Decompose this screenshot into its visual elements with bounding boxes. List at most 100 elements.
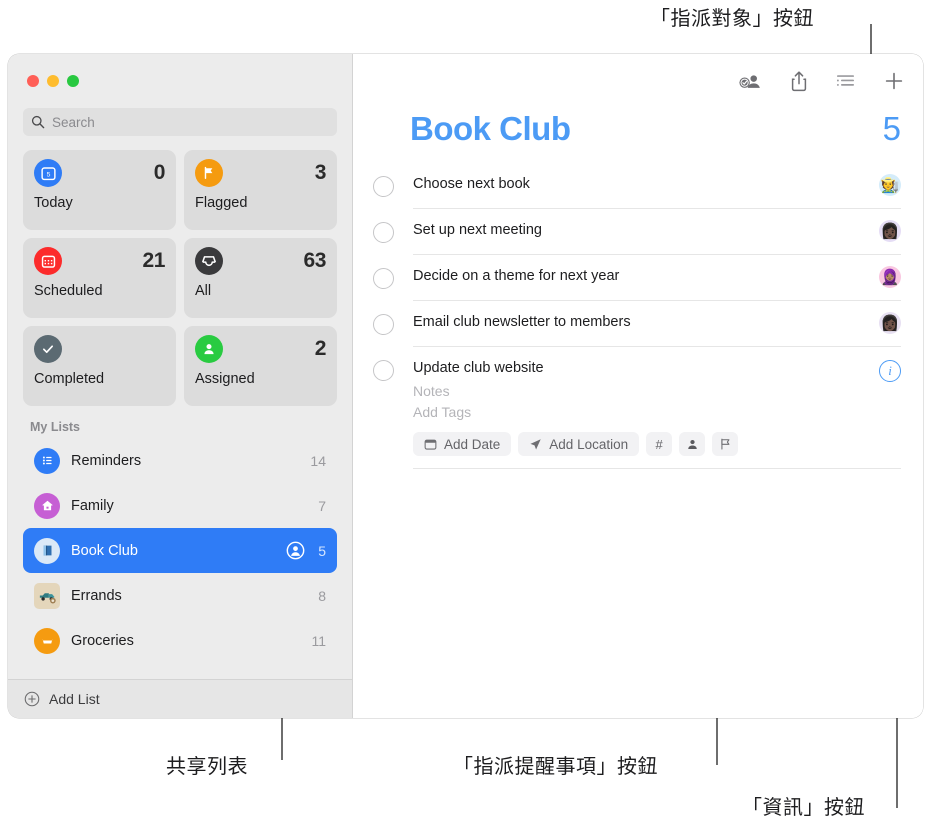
task-list: Choose next book 🧑‍🌾 Set up next meeting… [353,163,923,470]
avatar[interactable]: 👩🏿 [879,312,901,334]
smart-list-assigned-label: Assigned [195,371,255,387]
task-row[interactable]: Email club newsletter to members 👩🏿 [373,301,923,347]
callout-shared-list-label: 共享列表 [166,754,248,778]
task-complete-toggle[interactable] [373,360,394,381]
avatar-memoji: 👩🏿 [880,222,900,240]
list-total-count: 5 [882,110,901,147]
task-title: Update club website [413,360,544,376]
scheduled-calendar-icon [34,247,62,275]
sidebar-item-errands-label: Errands [71,587,122,604]
task-title: Choose next book [413,176,530,192]
task-complete-toggle[interactable] [373,314,394,335]
smart-list-flagged-label: Flagged [195,195,248,211]
info-button-label: i [888,363,892,378]
smart-lists-grid: 5 0 Today 3 Flagged 21 Scheduled 63 All … [8,150,352,406]
my-lists: Reminders 14 Family 7 Book Club 5 Errand… [8,438,352,679]
flag-icon [195,159,223,187]
sidebar-item-family[interactable]: Family 7 [23,483,337,528]
today-calendar-icon: 5 [34,159,62,187]
sidebar: Search 5 0 Today 3 Flagged 21 Scheduled … [8,54,353,718]
task-row[interactable]: Decide on a theme for next year 🧕🏽 [373,255,923,301]
main-pane: Book Club 5 Choose next book 🧑‍🌾 Set up … [353,54,923,718]
smart-list-scheduled-count: 21 [142,249,165,272]
detail-chip-row: Add Date Add Location # [413,432,879,457]
person-icon [686,438,699,451]
smart-list-today-label: Today [34,195,73,211]
smart-list-today-count: 0 [153,161,166,184]
smart-list-all[interactable]: 63 All [184,238,337,318]
inbox-tray-icon [195,247,223,275]
assign-person-button[interactable] [679,432,706,457]
smart-list-scheduled-label: Scheduled [34,283,103,299]
task-complete-toggle[interactable] [373,268,394,289]
info-button[interactable]: i [879,360,901,382]
share-button[interactable] [789,70,809,92]
add-date-button[interactable]: Add Date [413,432,512,457]
close-button[interactable] [27,75,39,87]
minimize-button[interactable] [47,75,59,87]
avatar[interactable]: 🧑‍🌾 [879,174,901,196]
sidebar-item-family-count: 7 [318,497,326,514]
sidebar-item-groceries[interactable]: Groceries 11 [23,618,337,663]
callout-assign-reminder-label: 「指派提醒事項」按鈕 [453,754,658,778]
search-icon [31,115,45,129]
avatar[interactable]: 🧕🏽 [879,266,901,288]
callout-assignee-label: 「指派對象」按鈕 [650,6,814,30]
sidebar-item-reminders-label: Reminders [71,452,142,469]
sidebar-item-reminders[interactable]: Reminders 14 [23,438,337,483]
task-title: Email club newsletter to members [413,314,631,330]
sidebar-item-reminders-count: 14 [310,452,326,469]
task-row[interactable]: Choose next book 🧑‍🌾 [373,163,923,209]
smart-list-flagged-count: 3 [314,161,327,184]
add-tags-field[interactable]: Add Tags [413,402,879,423]
task-complete-toggle[interactable] [373,222,394,243]
sidebar-item-book-club-count: 5 [318,542,326,559]
add-list-label: Add List [49,691,100,707]
add-tag-button[interactable]: # [646,432,673,457]
smart-list-today[interactable]: 5 0 Today [23,150,176,230]
add-date-label: Add Date [444,436,501,452]
smart-list-assigned[interactable]: 2 Assigned [184,326,337,406]
page-title: Book Club [410,110,571,147]
task-row-expanded[interactable]: Update club website Notes Add Tags Add D… [373,347,923,470]
sidebar-item-errands[interactable]: Errands 8 [23,573,337,618]
flag-button[interactable] [712,432,739,457]
add-reminder-button[interactable] [883,70,905,92]
book-icon [34,537,60,564]
smart-list-all-label: All [195,283,212,299]
cart-icon [34,627,60,654]
list-header: Book Club 5 [353,108,923,145]
sidebar-item-groceries-label: Groceries [71,632,134,649]
location-arrow-icon [529,438,542,451]
avatar-memoji: 🧑‍🌾 [880,176,900,194]
smart-list-completed[interactable]: Completed [23,326,176,406]
add-location-button[interactable]: Add Location [518,432,640,457]
house-icon [34,492,60,519]
smart-list-flagged[interactable]: 3 Flagged [184,150,337,230]
checkmark-icon [34,335,62,363]
plus-circle-icon [24,691,40,707]
smart-list-scheduled[interactable]: 21 Scheduled [23,238,176,318]
avatar-memoji: 👩🏿 [880,314,900,332]
list-bullet-icon [34,447,60,474]
avatar-memoji: 🧕🏽 [880,268,900,286]
shared-list-badge-icon[interactable] [286,541,305,560]
sidebar-item-errands-count: 8 [318,587,326,604]
calendar-icon [424,438,437,451]
smart-list-all-count: 63 [303,249,326,272]
sidebar-item-book-club[interactable]: Book Club 5 [23,528,337,573]
avatar[interactable]: 👩🏿 [879,220,901,242]
callout-info-label: 「資訊」按鈕 [742,795,865,819]
view-options-button[interactable] [835,72,857,90]
zoom-button[interactable] [67,75,79,87]
notes-field[interactable]: Notes [413,381,879,402]
task-complete-toggle[interactable] [373,176,394,197]
my-lists-section-header: My Lists [30,420,81,434]
add-location-label: Add Location [549,436,629,452]
svg-text:5: 5 [46,171,50,178]
assignee-button[interactable] [737,71,763,91]
add-list-button[interactable]: Add List [8,679,352,718]
task-row[interactable]: Set up next meeting 👩🏿 [373,209,923,255]
search-input[interactable]: Search [23,108,337,136]
person-icon [195,335,223,363]
